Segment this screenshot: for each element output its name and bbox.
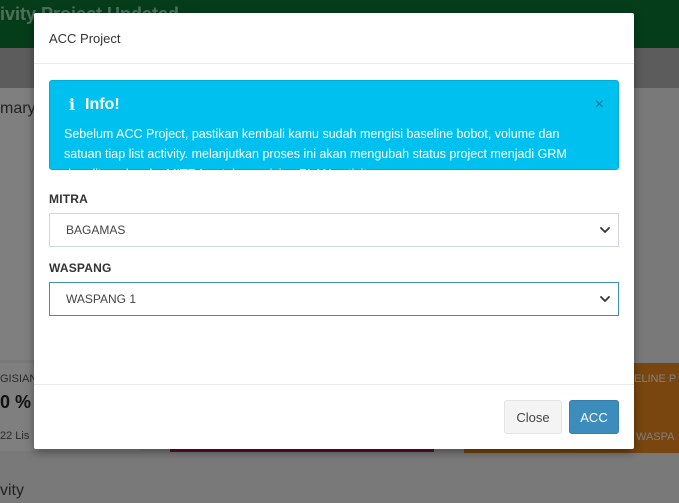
alert-heading: Info!	[85, 95, 120, 113]
info-icon: i	[68, 95, 76, 114]
alert-message: Sebelum ACC Project, pastikan kembali ka…	[64, 127, 567, 181]
info-alert: i Info! Sebelum ACC Project, pastikan ke…	[49, 80, 619, 181]
modal-body: i Info! Sebelum ACC Project, pastikan ke…	[34, 64, 634, 316]
close-icon[interactable]: ×	[595, 97, 604, 113]
mitra-label: MITRA	[49, 192, 88, 206]
modal-footer: Close ACC	[34, 384, 634, 449]
waspang-label: WASPANG	[49, 261, 112, 275]
waspang-selected-value: WASPANG 1	[66, 292, 137, 306]
modal-title: ACC Project	[49, 30, 121, 46]
chevron-down-icon	[600, 296, 610, 302]
modal-header: ACC Project	[34, 13, 634, 64]
chevron-down-icon	[600, 227, 610, 233]
close-button[interactable]: Close	[504, 400, 562, 434]
mitra-selected-value: BAGAMAS	[66, 223, 126, 237]
acc-project-modal: ACC Project i Info! Sebelum ACC Project,…	[34, 13, 634, 449]
alert-heading-row: i Info!	[64, 95, 602, 114]
acc-button[interactable]: ACC	[569, 400, 619, 434]
waspang-select[interactable]: WASPANG 1	[49, 282, 619, 316]
mitra-select[interactable]: BAGAMAS	[49, 213, 619, 247]
